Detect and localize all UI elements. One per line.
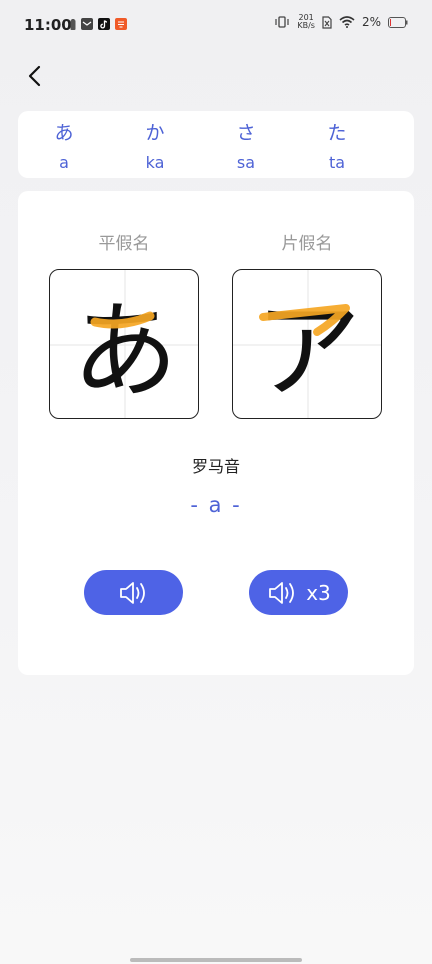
tab-romaji: a <box>59 153 69 172</box>
tab-kana: か <box>145 122 165 144</box>
speaker-icon <box>269 581 295 604</box>
tab-romaji: sa <box>236 153 256 172</box>
back-button[interactable] <box>22 62 50 90</box>
kana-detail-card: 平假名 片假名 あ ア 罗马音 - a - x3 <box>18 191 414 675</box>
tab-sa[interactable]: さ sa <box>211 111 281 172</box>
tab-romaji: ta <box>328 153 346 172</box>
tab-ta[interactable]: た ta <box>302 111 372 172</box>
mail-icon <box>81 18 93 30</box>
status-system-icons: 201 KB/s 2% <box>274 14 408 30</box>
net-speed: 201 KB/s <box>297 14 315 30</box>
repeat-count-label: x3 <box>306 580 331 605</box>
hiragana-character: あ <box>72 290 178 413</box>
battery-icon <box>70 18 76 30</box>
status-bar: 11:00 201 KB/s 2% <box>0 0 432 50</box>
katakana-stroke-box[interactable]: ア <box>232 269 382 419</box>
status-notification-icons <box>70 18 127 30</box>
tiktok-icon <box>98 18 110 30</box>
vibrate-icon <box>275 16 289 28</box>
romaji-value: - a - <box>190 493 242 517</box>
katakana-label: 片假名 <box>281 234 333 254</box>
tab-ka[interactable]: か ka <box>120 111 190 172</box>
app-icon <box>115 18 127 30</box>
hiragana-label: 平假名 <box>98 234 150 254</box>
tab-a[interactable]: あ a <box>29 111 99 172</box>
battery-percent: 2% <box>361 15 381 29</box>
no-sim-icon <box>322 15 332 29</box>
home-indicator[interactable] <box>130 958 302 962</box>
battery-level-icon <box>388 16 408 28</box>
tab-kana: さ <box>236 122 256 144</box>
play-sound-button[interactable] <box>84 570 183 615</box>
tab-kana: た <box>327 122 347 144</box>
wifi-icon <box>339 16 355 28</box>
net-speed-unit: KB/s <box>297 21 315 30</box>
tab-kana: あ <box>54 122 74 144</box>
status-time: 11:00 <box>24 16 72 34</box>
romaji-label: 罗马音 <box>191 457 240 476</box>
tab-romaji: ka <box>145 153 165 172</box>
hiragana-stroke-box[interactable]: あ <box>49 269 199 419</box>
play-sound-x3-button[interactable]: x3 <box>249 570 348 615</box>
speaker-icon <box>119 581 145 604</box>
chevron-left-icon <box>28 65 41 87</box>
kana-tabs: あ a か ka さ sa た ta <box>18 111 414 178</box>
